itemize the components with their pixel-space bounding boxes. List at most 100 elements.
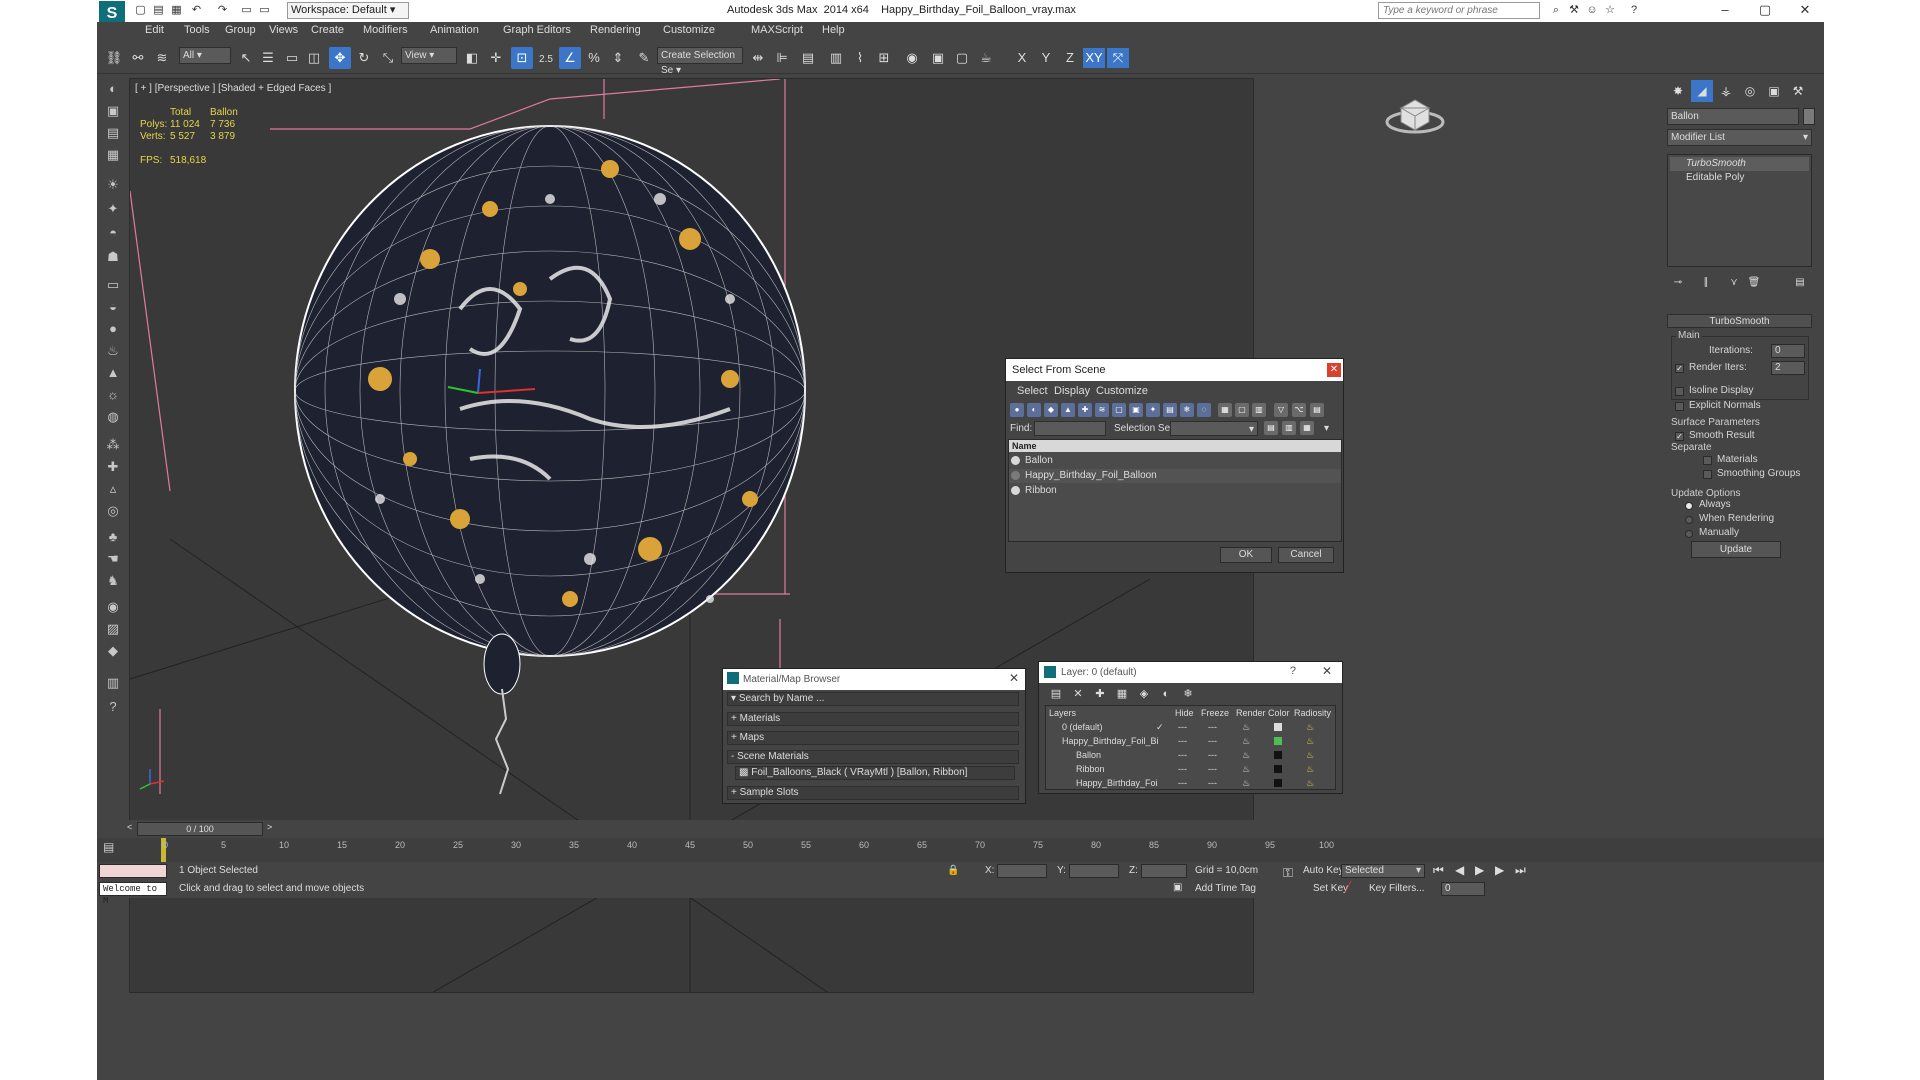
render-iters-spinner[interactable]: 2: [1771, 361, 1805, 375]
axis-xy-button[interactable]: XY: [1083, 48, 1105, 68]
paint-icon[interactable]: ◓: [102, 222, 124, 244]
configure-sets-icon[interactable]: ▤: [1791, 272, 1809, 290]
cancel-button[interactable]: Cancel: [1278, 547, 1334, 563]
freeze-all-icon[interactable]: ❄: [1181, 687, 1195, 701]
close-icon[interactable]: ✕: [1327, 363, 1341, 377]
mini-curve-editor-icon[interactable]: ▤: [103, 840, 121, 858]
hide-toggle[interactable]: ---: [1178, 748, 1187, 762]
radiosity-icon[interactable]: ♨: [1306, 748, 1314, 762]
menu-tools[interactable]: Tools: [184, 24, 210, 36]
pin-stack-icon[interactable]: ⊸: [1669, 272, 1687, 290]
column-header[interactable]: Radiosity: [1294, 708, 1331, 718]
object-color-swatch[interactable]: [1803, 108, 1815, 125]
grid-icon[interactable]: ▦: [102, 144, 124, 166]
object-name-field[interactable]: Ballon: [1667, 108, 1799, 125]
selection-set-dropdown[interactable]: ▾: [1170, 421, 1258, 436]
search-by-name-input[interactable]: ▾ Search by Name ...: [727, 692, 1019, 706]
key-filters-button[interactable]: Key Filters...: [1369, 883, 1425, 894]
separate-materials-checkbox[interactable]: [1703, 456, 1712, 465]
current-frame-field[interactable]: 0: [1441, 882, 1485, 896]
menu-maxscript[interactable]: MAXScript: [751, 24, 803, 36]
teapot-icon[interactable]: ♨: [102, 340, 124, 362]
highlight-layer-icon[interactable]: ◈: [1137, 687, 1151, 701]
column-header[interactable]: Freeze: [1201, 708, 1229, 718]
close-icon[interactable]: ✕: [1322, 664, 1332, 678]
key-mode-dropdown[interactable]: Selected ▾: [1341, 864, 1425, 878]
filter-bones-icon[interactable]: ✦: [1146, 403, 1160, 417]
keyword-search-input[interactable]: Type a keyword or phrase: [1378, 2, 1540, 19]
modifier-list-dropdown[interactable]: Modifier List ▾: [1667, 129, 1812, 146]
camera-icon[interactable]: ▵: [102, 478, 124, 500]
vray-icon[interactable]: ◆: [102, 640, 124, 662]
column-header[interactable]: Layers: [1049, 708, 1076, 718]
select-rotate-icon[interactable]: ↻: [353, 47, 375, 69]
prev-frame-icon[interactable]: <: [127, 822, 132, 832]
delete-layer-icon[interactable]: ✕: [1071, 687, 1085, 701]
project-icon[interactable]: ▭: [257, 3, 272, 18]
maximize-icon[interactable]: ▢: [1745, 0, 1785, 20]
project-folder-icon[interactable]: ▭: [239, 3, 254, 18]
filter-shapes-icon[interactable]: ◐: [1027, 403, 1041, 417]
table-row[interactable]: Ribbon --- --- ♨ ♨: [1046, 762, 1335, 776]
freeze-toggle[interactable]: ---: [1208, 748, 1217, 762]
auto-key-button[interactable]: Auto Key: [1303, 865, 1344, 876]
time-slider[interactable]: 0 / 100: [137, 822, 263, 836]
binoculars-icon[interactable]: ⌕: [1549, 3, 1563, 17]
selection-filter-dropdown[interactable]: All ▾: [179, 47, 231, 64]
y-coord-field[interactable]: [1069, 864, 1119, 878]
new-file-icon[interactable]: ▢: [133, 3, 148, 18]
list-icon[interactable]: ▤: [102, 122, 124, 144]
minimize-icon[interactable]: –: [1705, 0, 1745, 20]
filter-lights-icon[interactable]: ◆: [1044, 403, 1058, 417]
hierarchy-tab-icon[interactable]: ⚶: [1715, 80, 1737, 102]
plant-icon[interactable]: ♣: [102, 526, 124, 548]
filter-xrefs-icon[interactable]: ▣: [1129, 403, 1143, 417]
link-icon[interactable]: ⛓: [103, 47, 125, 69]
particles-icon[interactable]: ⁂: [102, 434, 124, 456]
freeze-toggle[interactable]: ---: [1208, 776, 1217, 790]
display-icon[interactable]: ◐: [102, 78, 124, 100]
hide-toggle[interactable]: ---: [1178, 734, 1187, 748]
graphite-tools-icon[interactable]: ▥: [825, 47, 847, 69]
options-chevron-icon[interactable]: ▾: [1324, 423, 1329, 434]
ok-button[interactable]: OK: [1220, 547, 1272, 563]
play-icon[interactable]: ▶: [1475, 863, 1484, 877]
create-layer-icon[interactable]: ▤: [1049, 687, 1063, 701]
manually-radio[interactable]: [1685, 530, 1693, 538]
material-editor-icon[interactable]: ◉: [901, 47, 923, 69]
find-input[interactable]: [1034, 421, 1106, 436]
menu-group[interactable]: Group: [225, 24, 256, 36]
radiosity-icon[interactable]: ♨: [1306, 762, 1314, 776]
menu-help[interactable]: Help: [822, 24, 845, 36]
light-bulb-icon[interactable]: ☀: [102, 174, 124, 196]
cone-icon[interactable]: ▲: [102, 362, 124, 384]
window-crossing-icon[interactable]: ◫: [303, 47, 325, 69]
save-file-icon[interactable]: ▦: [169, 3, 184, 18]
sphere-icon[interactable]: ●: [102, 318, 124, 340]
prev-key-icon[interactable]: ◀: [1455, 863, 1464, 877]
select-scale-icon[interactable]: ⤡: [377, 47, 399, 69]
update-button[interactable]: Update: [1691, 541, 1781, 558]
mirror-icon[interactable]: ⇹: [747, 47, 769, 69]
add-time-tag-button[interactable]: Add Time Tag: [1195, 883, 1256, 894]
freeze-toggle[interactable]: ---: [1208, 762, 1217, 776]
render-teapot-icon[interactable]: ♨: [1242, 762, 1250, 776]
column-header[interactable]: Hide: [1175, 708, 1194, 718]
helper-icon[interactable]: ✚: [102, 456, 124, 478]
rectangular-selection-icon[interactable]: ▭: [281, 47, 303, 69]
manipulate-icon[interactable]: ✛: [485, 47, 507, 69]
layer-color-swatch[interactable]: [1274, 765, 1282, 773]
unlink-icon[interactable]: ⚯: [127, 47, 149, 69]
always-radio[interactable]: [1685, 502, 1693, 510]
smooth-result-checkbox[interactable]: ✓: [1675, 432, 1684, 441]
time-tag-icon[interactable]: ▣: [1173, 882, 1182, 893]
add-to-layer-icon[interactable]: ✚: [1093, 687, 1107, 701]
freeze-toggle[interactable]: ---: [1208, 720, 1217, 734]
display-tab-icon[interactable]: ▣: [1763, 80, 1785, 102]
schematic-view-icon[interactable]: ⊞: [873, 47, 895, 69]
hierarchy-icon[interactable]: ⌥: [1292, 403, 1306, 417]
when-rendering-radio[interactable]: [1685, 516, 1693, 524]
make-unique-icon[interactable]: ⋎: [1725, 272, 1743, 290]
axis-x-button[interactable]: X: [1011, 48, 1033, 68]
set-key-icon[interactable]: ╱: [1345, 882, 1351, 893]
